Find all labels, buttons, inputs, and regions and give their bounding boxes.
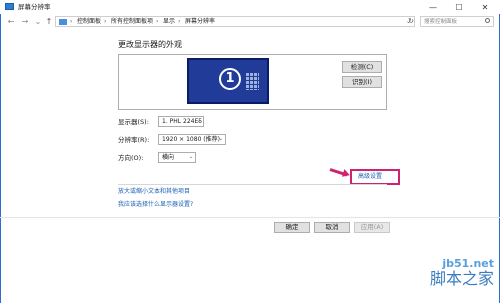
site-watermark: jb51.net 脚本之家 [430,258,494,288]
breadcrumb-separator: › [104,18,107,25]
chevron-down-icon: ⌄ [188,154,193,160]
window-frame [0,0,500,303]
monitor-windows-icon [245,72,259,90]
chevron-down-icon: ⌄ [196,118,201,124]
advanced-settings-link[interactable]: 高级设置 [358,172,382,181]
apply-button[interactable]: 应用(A) [354,222,390,233]
resolution-label: 分辨率(R): [118,136,150,144]
search-input[interactable]: 搜索控制面板 [420,16,494,27]
breadcrumb-all-items[interactable]: 所有控制面板项 [111,17,153,27]
close-button[interactable]: ✕ [476,0,494,14]
breadcrumb-separator: › [70,18,73,25]
search-placeholder: 搜索控制面板 [424,19,458,25]
orientation-select-value: 横向 [162,154,175,161]
minimize-button[interactable]: — [424,0,442,14]
display-settings-help-link[interactable]: 我应该选择什么显示器设置? [118,200,193,209]
breadcrumb-separator: › [156,18,159,25]
maximize-button[interactable]: ☐ [450,0,468,14]
footer-divider [0,217,500,218]
page-title: 更改显示器的外观 [118,40,182,49]
ok-button[interactable]: 确定 [274,222,310,233]
window-title: 屏幕分辨率 [18,3,51,11]
back-arrow-icon[interactable]: ← [6,17,16,27]
monitor-preview[interactable]: 1 [187,58,269,104]
forward-arrow-icon[interactable]: → [20,17,30,27]
display-app-icon [5,3,14,10]
orientation-select[interactable]: 横向 ⌄ [158,152,196,163]
control-panel-icon [59,19,67,25]
display-select[interactable]: 1. PHL 224E5 ⌄ [158,116,204,127]
breadcrumb-separator: › [178,18,181,25]
breadcrumb-resolution[interactable]: 屏幕分辨率 [185,17,215,27]
recent-dropdown-icon[interactable]: ⌄ [33,17,43,27]
address-bar[interactable]: › 控制面板 › 所有控制面板项 › 显示 › 屏幕分辨率 ⌄ [55,16,415,27]
cancel-button[interactable]: 取消 [314,222,350,233]
breadcrumb-control-panel[interactable]: 控制面板 [77,17,101,27]
orientation-label: 方向(O): [118,154,144,162]
resolution-select[interactable]: 1920 × 1080 (推荐) ⌄ [158,134,226,145]
up-arrow-icon[interactable]: ↑ [44,17,54,27]
section-divider [118,184,387,185]
refresh-icon[interactable]: ↻ [406,16,416,27]
display-label: 显示器(S): [118,118,149,126]
monitor-number-badge: 1 [219,68,241,90]
search-icon [485,18,490,23]
text-size-link[interactable]: 放大或缩小文本和其他项目 [118,187,190,196]
title-bar: 屏幕分辨率 — ☐ ✕ [0,0,500,14]
breadcrumb-display[interactable]: 显示 [163,17,175,27]
identify-button[interactable]: 识别(I) [342,76,382,88]
advanced-settings-highlight: 高级设置 [350,169,400,185]
resolution-select-value: 1920 × 1080 (推荐) [162,136,220,143]
watermark-brand: 脚本之家 [429,269,494,288]
detect-button[interactable]: 检测(C) [342,61,382,73]
chevron-down-icon: ⌄ [218,136,223,142]
